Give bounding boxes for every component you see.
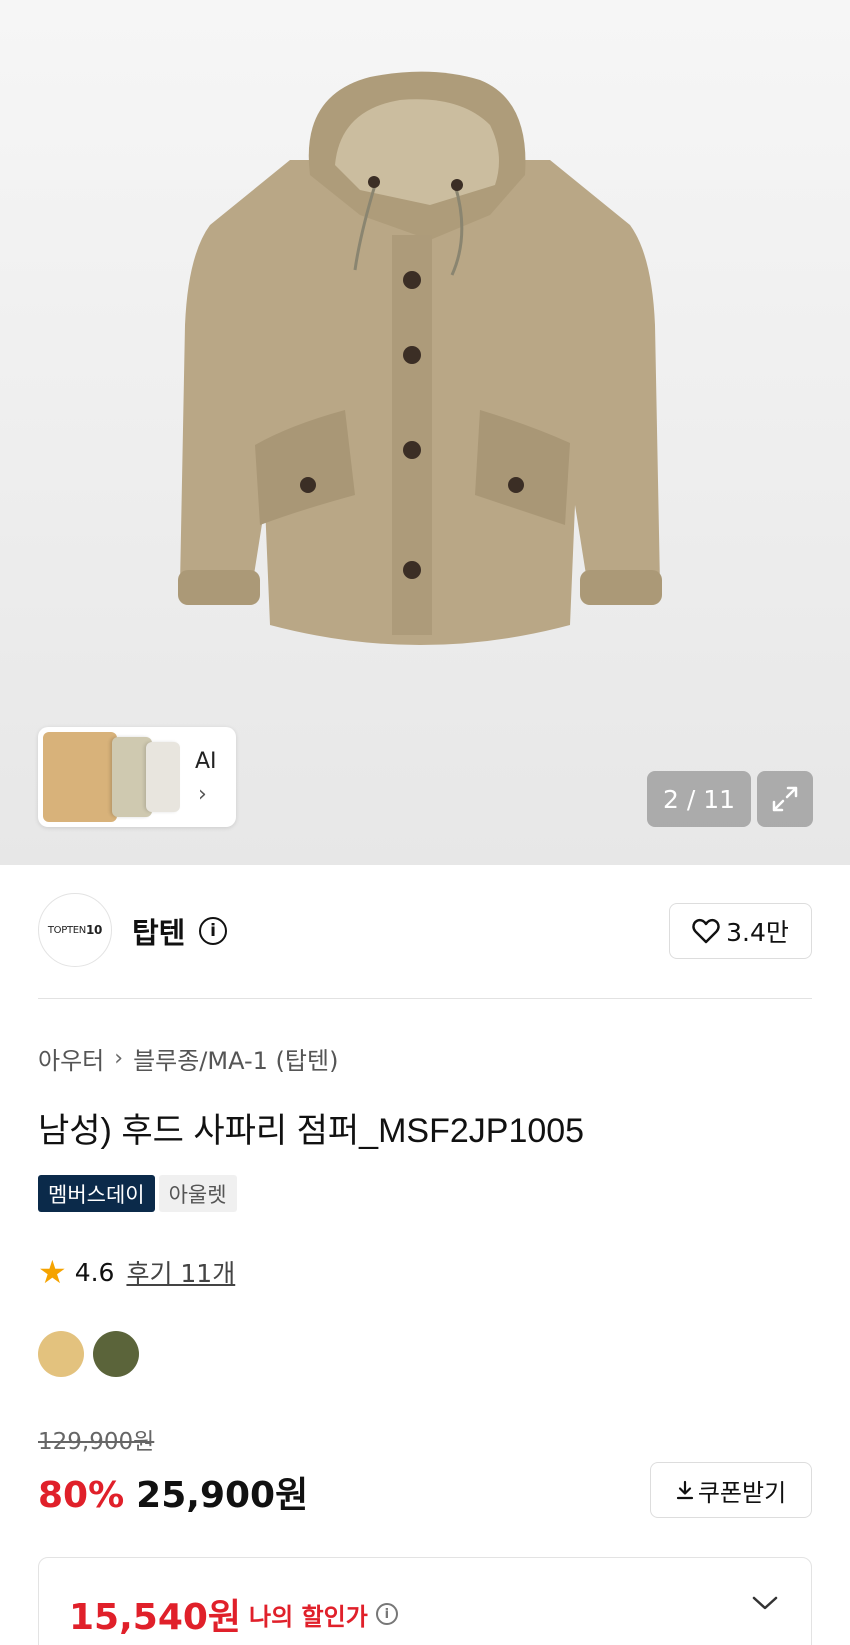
rating: ★ 4.6 후기 11개	[38, 1254, 235, 1290]
my-discount-price-panel[interactable]: 15,540원 나의 할인가 i	[38, 1557, 812, 1645]
product-title: 남성) 후드 사파리 점퍼_MSF2JP1005	[38, 1112, 585, 1150]
like-count: 3.4만	[726, 918, 789, 947]
reviews-link[interactable]: 후기 11개	[126, 1254, 235, 1290]
breadcrumb-item-outer[interactable]: 아우터	[38, 1041, 104, 1076]
ai-label: AI	[195, 749, 217, 774]
coupon-label: 쿠폰받기	[697, 1478, 787, 1507]
chevron-down-icon[interactable]	[751, 1594, 779, 1612]
brand-logo[interactable]: TOPTEN 10	[38, 893, 112, 967]
divider	[38, 998, 812, 999]
product-image-gallery[interactable]: AI › 2 / 11	[0, 0, 850, 865]
my-price-amount: 15,540원	[69, 1597, 242, 1638]
expand-icon	[772, 786, 798, 812]
brand-name[interactable]: 탑텐	[132, 910, 185, 952]
info-icon[interactable]: i	[375, 1603, 398, 1625]
image-counter: 2 / 11	[647, 771, 751, 827]
badge-row: 멤버스데이 아울렛	[38, 1175, 237, 1212]
expand-button[interactable]	[757, 771, 813, 827]
heart-icon	[692, 918, 720, 944]
product-photo-jacket	[178, 71, 662, 645]
price-row: 80% 25,900원	[38, 1466, 308, 1518]
original-price: 129,900원	[38, 1429, 155, 1455]
coupon-button[interactable]: 쿠폰받기	[650, 1462, 812, 1518]
discount-rate: 80%	[38, 1475, 125, 1516]
chevron-right-icon: ›	[114, 1046, 124, 1071]
badge-members-day: 멤버스데이	[38, 1175, 155, 1212]
thumbnail-gray-jacket[interactable]	[146, 742, 180, 812]
breadcrumb-item-blouson[interactable]: 블루종/MA-1 (탑텐)	[133, 1041, 338, 1076]
swatch-khaki[interactable]	[93, 1331, 139, 1377]
color-swatches	[38, 1331, 139, 1377]
chevron-right-icon: ›	[198, 782, 207, 807]
brand-info-icon[interactable]: i	[199, 917, 227, 945]
swatch-beige[interactable]	[38, 1331, 84, 1377]
ai-recommend-thumbnails[interactable]: AI ›	[38, 727, 236, 827]
star-icon: ★	[38, 1253, 67, 1291]
my-price-label: 나의 할인가	[249, 1602, 368, 1631]
thumbnail-camel-jacket[interactable]	[43, 732, 117, 822]
like-button[interactable]: 3.4만	[669, 903, 812, 959]
brand-logo-text: TOPTEN	[47, 924, 86, 936]
breadcrumb: 아우터 › 블루종/MA-1 (탑텐)	[38, 1041, 338, 1076]
brand-logo-number: 10	[86, 923, 103, 937]
rating-value: 4.6	[74, 1257, 115, 1287]
download-icon	[676, 1480, 693, 1500]
badge-outlet: 아울렛	[158, 1175, 237, 1212]
sale-price: 25,900원	[136, 1475, 309, 1516]
